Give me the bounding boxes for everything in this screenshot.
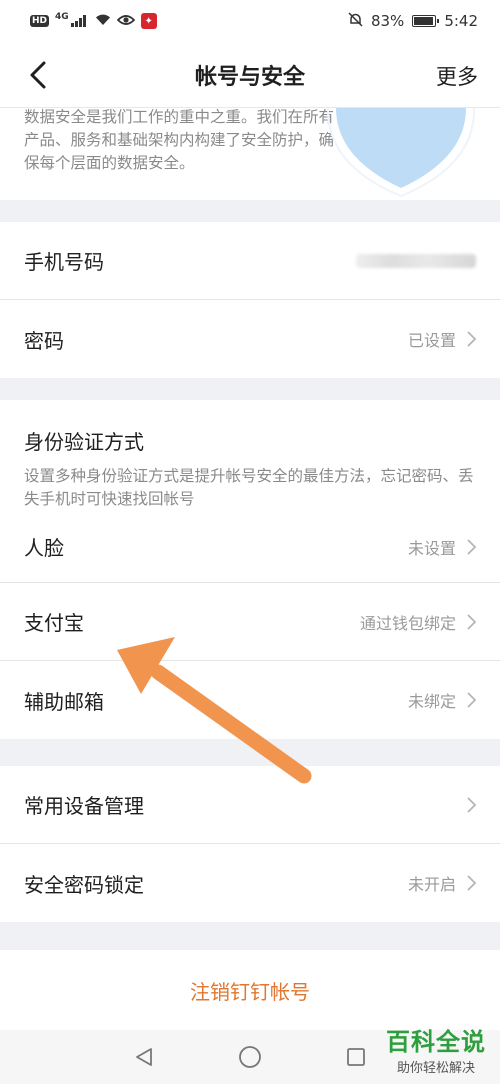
password-status: 已设置 xyxy=(407,331,456,350)
more-button[interactable]: 更多 xyxy=(436,61,478,91)
watermark-logo: 百科全说 助你轻松解决 xyxy=(386,1022,486,1076)
backup-email-label: 辅助邮箱 xyxy=(24,689,104,714)
verification-header: 身份验证方式 设置多种身份验证方式是提升帐号安全的最佳方法，忘记密码、丢失手机时… xyxy=(0,400,500,511)
back-button[interactable] xyxy=(24,57,56,93)
signal-icon xyxy=(70,15,89,27)
mute-icon xyxy=(348,11,363,31)
page-title: 帐号与安全 xyxy=(194,64,305,90)
hd-badge: HD xyxy=(30,15,50,27)
chevron-left-icon xyxy=(30,61,46,89)
device-management-row[interactable]: 常用设备管理 xyxy=(0,766,500,844)
nav-recents-button[interactable] xyxy=(344,1045,368,1069)
chevron-right-icon xyxy=(467,875,476,891)
phone-number-label: 手机号码 xyxy=(24,250,104,274)
verification-group: 身份验证方式 设置多种身份验证方式是提升帐号安全的最佳方法，忘记密码、丢失手机时… xyxy=(0,400,500,739)
top-nav-bar: 帐号与安全 更多 xyxy=(0,42,500,108)
nav-home-button[interactable] xyxy=(238,1045,262,1069)
status-bar: HD 4G ✦ 83% 5:42 xyxy=(0,0,500,42)
alipay-status: 通过钱包绑定 xyxy=(359,613,456,633)
backup-email-row[interactable]: 辅助邮箱 未绑定 xyxy=(0,661,500,739)
chevron-right-icon xyxy=(467,796,476,813)
phone-number-row[interactable]: 手机号码 xyxy=(0,222,500,300)
security-intro-card: 数据安全是我们工作的重中之重。我们在所有产品、服务和基础架构内构建了安全防护，确… xyxy=(0,108,500,200)
device-group: 常用设备管理 安全密码锁定 未开启 xyxy=(0,766,500,922)
triangle-back-icon xyxy=(136,1048,152,1066)
phone-number-value-blurred xyxy=(356,253,476,268)
chevron-right-icon xyxy=(467,538,476,555)
verification-description: 设置多种身份验证方式是提升帐号安全的最佳方法，忘记密码、丢失手机时可快速找回帐号 xyxy=(24,467,474,508)
battery-percent: 83% xyxy=(370,12,405,30)
verification-title: 身份验证方式 xyxy=(24,430,144,454)
chevron-right-icon xyxy=(467,613,476,630)
account-group: 手机号码 密码 已设置 xyxy=(0,222,500,378)
battery-icon xyxy=(412,15,440,27)
chevron-right-icon xyxy=(467,692,476,708)
backup-email-status: 未绑定 xyxy=(407,692,456,711)
app-notification-icon: ✦ xyxy=(140,13,157,29)
password-row[interactable]: 密码 已设置 xyxy=(0,300,500,378)
circle-home-icon xyxy=(239,1046,261,1068)
chevron-right-icon xyxy=(467,331,476,347)
alipay-label: 支付宝 xyxy=(24,611,84,635)
square-recents-icon xyxy=(347,1048,365,1066)
security-lock-status: 未开启 xyxy=(407,875,456,894)
face-status: 未设置 xyxy=(407,538,456,558)
security-lock-label: 安全密码锁定 xyxy=(24,872,144,897)
network-type: 4G xyxy=(55,12,69,22)
password-label: 密码 xyxy=(24,328,64,353)
face-verification-row[interactable]: 人脸 未设置 xyxy=(0,511,500,583)
eye-icon xyxy=(116,12,135,30)
intro-text: 数据安全是我们工作的重中之重。我们在所有产品、服务和基础架构内构建了安全防护，确… xyxy=(24,108,335,172)
face-label: 人脸 xyxy=(24,536,64,560)
wifi-icon xyxy=(95,13,111,30)
deactivate-account-button[interactable]: 注销钉钉帐号 xyxy=(0,950,500,1030)
clock: 5:42 xyxy=(444,12,478,30)
security-lock-row[interactable]: 安全密码锁定 未开启 xyxy=(0,844,500,922)
nav-back-button[interactable] xyxy=(132,1045,156,1069)
alipay-row[interactable]: 支付宝 通过钱包绑定 xyxy=(0,583,500,661)
watermark-sub: 助你轻松解决 xyxy=(396,1061,475,1076)
shield-icon xyxy=(327,108,475,198)
watermark-main: 百科全说 xyxy=(386,1028,486,1056)
device-management-label: 常用设备管理 xyxy=(24,794,144,818)
